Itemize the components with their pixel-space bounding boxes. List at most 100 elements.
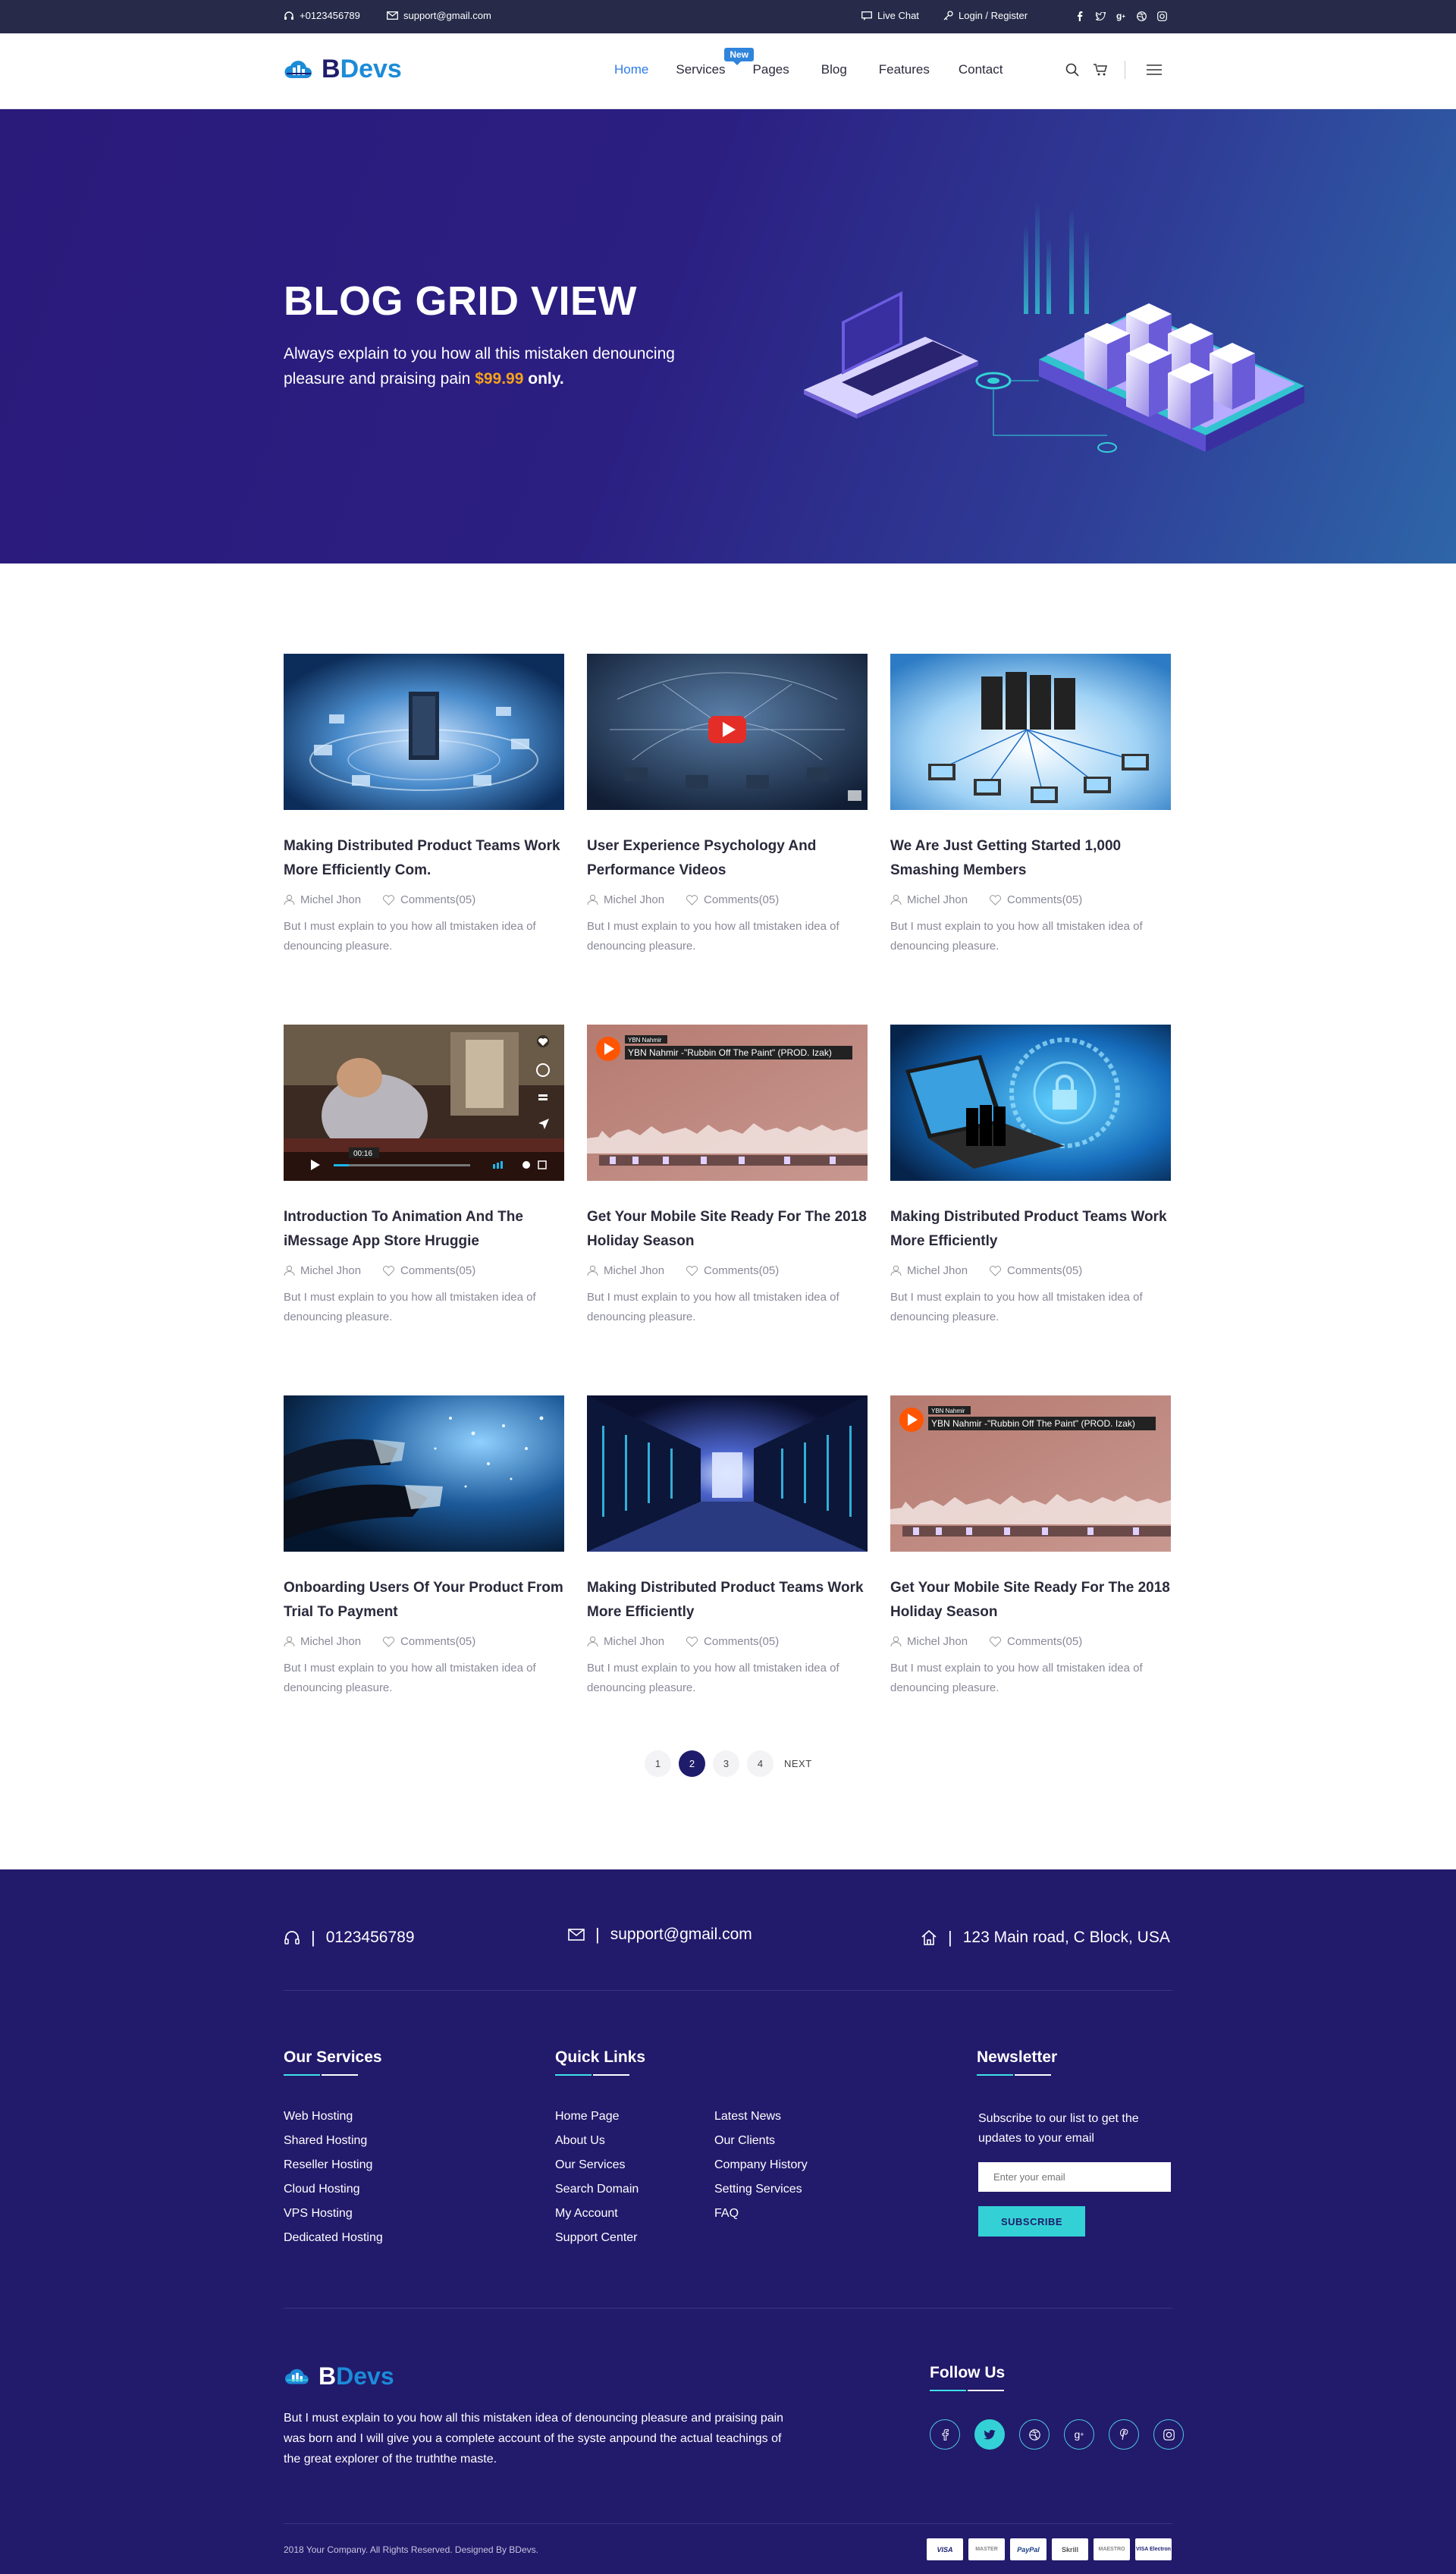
login-register-link[interactable]: Login / Register — [943, 10, 1028, 21]
post-title[interactable]: Making Distributed Product Teams Work Mo… — [890, 1205, 1171, 1254]
twitter-icon[interactable] — [974, 2419, 1005, 2450]
quick-link[interactable]: Company History — [714, 2153, 808, 2177]
post-comments[interactable]: Comments(05) — [686, 893, 779, 906]
post-title[interactable]: Onboarding Users Of Your Product From Tr… — [284, 1576, 564, 1624]
post-title[interactable]: Introduction To Animation And The iMessa… — [284, 1205, 564, 1254]
quick-link[interactable]: Setting Services — [714, 2177, 808, 2202]
post-author[interactable]: Michel Jhon — [284, 1264, 361, 1277]
dribbble-icon[interactable] — [1135, 9, 1147, 23]
page-2-current[interactable]: 2 — [679, 1750, 705, 1777]
next-page-link[interactable]: NEXT — [784, 1758, 812, 1769]
page-4[interactable]: 4 — [747, 1750, 774, 1777]
page-3[interactable]: 3 — [713, 1750, 739, 1777]
footer-divider — [284, 2308, 1172, 2309]
service-link[interactable]: VPS Hosting — [284, 2202, 383, 2226]
sc-user: YBN Nahmir — [931, 1408, 965, 1414]
post-author[interactable]: Michel Jhon — [587, 893, 664, 906]
nav-services[interactable]: Services New — [676, 48, 755, 77]
post-author[interactable]: Michel Jhon — [284, 1635, 361, 1648]
footer-logo[interactable]: BDevs — [284, 2362, 394, 2390]
post-title[interactable]: Get Your Mobile Site Ready For The 2018 … — [587, 1205, 868, 1254]
instagram-icon[interactable] — [1156, 9, 1168, 23]
post-author-name: Michel Jhon — [907, 1635, 968, 1648]
post-image[interactable] — [890, 1025, 1171, 1181]
nav-home[interactable]: Home — [614, 62, 648, 77]
newsletter-email-input[interactable] — [978, 2162, 1171, 2192]
post-title[interactable]: User Experience Psychology And Performan… — [587, 834, 868, 883]
network-server-image — [284, 654, 564, 810]
quick-link[interactable]: Search Domain — [555, 2177, 639, 2202]
quick-link[interactable]: FAQ — [714, 2202, 808, 2226]
topbar-email[interactable]: support@gmail.com — [387, 10, 491, 21]
post-image[interactable] — [284, 654, 564, 810]
post-author[interactable]: Michel Jhon — [890, 1264, 968, 1277]
post-comments[interactable]: Comments(05) — [989, 893, 1082, 906]
post-comments[interactable]: Comments(05) — [382, 1264, 475, 1277]
post-comments[interactable]: Comments(05) — [382, 893, 475, 906]
nav-contact[interactable]: Contact — [959, 62, 1003, 77]
facebook-icon[interactable] — [930, 2419, 960, 2450]
post-title[interactable]: We Are Just Getting Started 1,000 Smashi… — [890, 834, 1171, 883]
page-1[interactable]: 1 — [645, 1750, 671, 1777]
follow-heading: Follow Us — [930, 2364, 1005, 2391]
site-logo[interactable]: BDevs — [284, 55, 402, 84]
heart-icon — [383, 895, 395, 906]
post-author[interactable]: Michel Jhon — [587, 1635, 664, 1648]
post-comments[interactable]: Comments(05) — [989, 1264, 1082, 1277]
quick-link[interactable]: Support Center — [555, 2226, 639, 2250]
post-title[interactable]: Get Your Mobile Site Ready For The 2018 … — [890, 1576, 1171, 1624]
contact-separator: | — [595, 1925, 600, 1944]
search-icon[interactable] — [1065, 63, 1079, 77]
post-title[interactable]: Making Distributed Product Teams Work Mo… — [284, 834, 564, 883]
post-image[interactable]: YBN Nahmir YBN Nahmir -"Rubbin Off The Pa… — [587, 1025, 868, 1181]
post-image[interactable]: YBN Nahmir YBN Nahmir -"Rubbin Off The Pa… — [890, 1395, 1171, 1552]
site-footer: | 0123456789 | support@gmail.com | 123 M… — [0, 1869, 1456, 2574]
headset-icon — [284, 11, 293, 20]
post-author[interactable]: Michel Jhon — [284, 893, 361, 906]
quick-link[interactable]: Latest News — [714, 2105, 808, 2129]
quick-link[interactable]: About Us — [555, 2129, 639, 2153]
post-comments[interactable]: Comments(05) — [686, 1635, 779, 1648]
topbar-phone[interactable]: +0123456789 — [284, 10, 360, 21]
dribbble-icon[interactable] — [1019, 2419, 1050, 2450]
live-chat-link[interactable]: Live Chat — [861, 10, 919, 21]
footer-email[interactable]: | support@gmail.com — [568, 1925, 752, 1945]
google-plus-icon[interactable]: g + — [1115, 9, 1127, 23]
facebook-icon[interactable] — [1074, 9, 1086, 23]
post-title[interactable]: Making Distributed Product Teams Work Mo… — [587, 1576, 868, 1624]
twitter-icon[interactable] — [1094, 9, 1106, 23]
post-author[interactable]: Michel Jhon — [890, 893, 968, 906]
post-author[interactable]: Michel Jhon — [890, 1635, 968, 1648]
service-link[interactable]: Web Hosting — [284, 2105, 383, 2129]
quick-link[interactable]: Home Page — [555, 2105, 639, 2129]
nav-pages[interactable]: Pages — [753, 62, 789, 77]
pinterest-icon[interactable] — [1109, 2419, 1139, 2450]
quick-link[interactable]: My Account — [555, 2202, 639, 2226]
quick-link[interactable]: Our Services — [555, 2153, 639, 2177]
quick-link[interactable]: Our Clients — [714, 2129, 808, 2153]
service-link[interactable]: Cloud Hosting — [284, 2177, 383, 2202]
hero-only: only. — [528, 370, 564, 388]
post-image[interactable] — [284, 1395, 564, 1552]
main-nav: Home Services New Pages Blog Features Con… — [614, 48, 1003, 77]
nav-features[interactable]: Features — [879, 62, 930, 77]
post-author[interactable]: Michel Jhon — [587, 1264, 664, 1277]
footer-phone[interactable]: | 0123456789 — [284, 1928, 415, 1948]
instagram-icon[interactable] — [1153, 2419, 1184, 2450]
google-plus-icon[interactable]: g + — [1064, 2419, 1094, 2450]
post-comments[interactable]: Comments(05) — [989, 1635, 1082, 1648]
service-link[interactable]: Shared Hosting — [284, 2129, 383, 2153]
post-image[interactable]: 00:16 — [284, 1025, 564, 1181]
cart-icon[interactable] — [1093, 63, 1108, 77]
post-image[interactable] — [587, 654, 868, 810]
service-link[interactable]: Reseller Hosting — [284, 2153, 383, 2177]
post-image[interactable] — [890, 654, 1171, 810]
post-image[interactable] — [587, 1395, 868, 1552]
post-comments[interactable]: Comments(05) — [382, 1635, 475, 1648]
hamburger-menu-icon[interactable] — [1147, 64, 1162, 75]
footer-social: g + — [930, 2419, 1184, 2450]
service-link[interactable]: Dedicated Hosting — [284, 2226, 383, 2250]
post-comments[interactable]: Comments(05) — [686, 1264, 779, 1277]
nav-blog[interactable]: Blog — [821, 62, 847, 77]
subscribe-button[interactable]: SUBSCRIBE — [978, 2206, 1085, 2237]
